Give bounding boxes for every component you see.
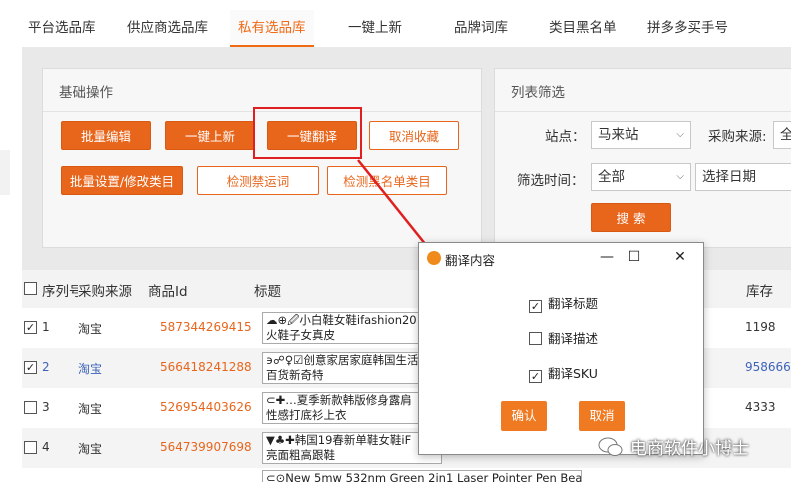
option-translate-title[interactable]: ✓ 翻译标题 xyxy=(529,293,598,313)
option-translate-description[interactable]: 翻译描述 xyxy=(529,328,598,347)
row-checkbox[interactable] xyxy=(24,441,37,454)
annotation-highlight-box xyxy=(253,107,362,159)
row-source: 淘宝 xyxy=(78,442,103,456)
tab-private-library[interactable]: 私有选品库 xyxy=(230,10,314,47)
row-stock: 4333 xyxy=(745,400,776,414)
column-header-no: 序列号 xyxy=(42,284,78,300)
column-header-stock: 库存 xyxy=(746,284,773,300)
source-select[interactable]: 全 xyxy=(773,121,791,149)
site-label: 站点： xyxy=(545,129,586,145)
time-select-value: 全部 xyxy=(598,169,625,185)
search-button[interactable]: 搜 索 xyxy=(591,203,671,232)
minimize-button[interactable]: — xyxy=(594,246,620,268)
list-filter-panel: 列表筛选 站点： 马来站 ⌵ 采购来源: 全 筛选时间： 全部 ⌵ 选择日期 搜… xyxy=(494,68,791,248)
date-picker-placeholder: 选择日期 xyxy=(702,169,756,185)
row-title-line2: 性感打底衫上衣 xyxy=(266,408,347,422)
row-title-line2: 亮面粗高跟鞋 xyxy=(266,448,335,462)
row-checkbox[interactable]: ✓ xyxy=(24,361,37,374)
row-number: 3 xyxy=(42,400,50,414)
source-select-value: 全 xyxy=(780,127,791,143)
column-header-title: 标题 xyxy=(254,284,281,300)
tab-one-click-listing[interactable]: 一键上新 xyxy=(348,10,402,47)
tab-platform-library[interactable]: 平台选品库 xyxy=(28,10,96,47)
row-title-line1: ☁⊕🖉小白鞋女鞋ifashion20 xyxy=(266,313,417,327)
option-translate-sku[interactable]: ✓ 翻译SKU xyxy=(529,363,598,383)
translate-dialog: 翻译内容 — ☐ ✕ ✓ 翻译标题 翻译描述 ✓ 翻译SKU 确认 取消 xyxy=(418,242,704,455)
watermark-text: 电商软件小博士 xyxy=(630,439,749,459)
wechat-icon xyxy=(598,437,623,456)
row-source: 淘宝 xyxy=(78,322,103,336)
cancel-favorite-button[interactable]: 取消收藏 xyxy=(369,121,459,150)
site-select[interactable]: 马来站 ⌵ xyxy=(591,121,691,149)
app-logo-icon xyxy=(427,251,441,265)
option-label: 翻译标题 xyxy=(548,296,599,311)
left-edge-strip xyxy=(0,150,10,195)
time-select[interactable]: 全部 ⌵ xyxy=(591,163,691,191)
row-title-line1: ▼♣✚韩国19春新单鞋女鞋iF xyxy=(266,433,412,447)
row-number: 2 xyxy=(42,360,50,374)
close-button[interactable]: ✕ xyxy=(667,246,693,268)
row-checkbox[interactable]: ✓ xyxy=(24,321,37,334)
row-title-line2: 百货新奇特 xyxy=(266,368,324,382)
tab-category-blacklist[interactable]: 类目黑名单 xyxy=(549,10,617,47)
one-click-listing-button[interactable]: 一键上新 xyxy=(165,121,255,150)
column-header-source: 采购来源 xyxy=(78,284,132,300)
dialog-title: 翻译内容 xyxy=(445,253,496,268)
tab-pdd-buyer-accounts[interactable]: 拼多多买手号 xyxy=(647,10,728,47)
column-header-product-id: 商品Id xyxy=(148,284,188,300)
date-picker-input[interactable]: 选择日期 xyxy=(695,163,791,191)
cancel-button[interactable]: 取消 xyxy=(579,401,625,431)
checkbox-checked-icon[interactable]: ✓ xyxy=(529,370,542,383)
row-title[interactable]: ⊂⊙New 5mw 532nm Green 2in1 Laser Pointer… xyxy=(262,470,582,482)
row-stock: 958666 xyxy=(745,360,791,374)
select-all-checkbox[interactable] xyxy=(24,282,37,295)
check-banned-words-button[interactable]: 检测禁运词 xyxy=(197,166,319,195)
batch-set-category-button[interactable]: 批量设置/修改类目 xyxy=(61,166,183,195)
confirm-button[interactable]: 确认 xyxy=(501,401,547,431)
batch-edit-button[interactable]: 批量编辑 xyxy=(61,121,151,150)
check-blacklist-category-button[interactable]: 检测黑名单类目 xyxy=(327,166,447,195)
site-select-value: 马来站 xyxy=(598,127,639,143)
row-number: 4 xyxy=(42,440,50,454)
row-product-id[interactable]: 526954403626 xyxy=(160,400,252,414)
row-checkbox[interactable] xyxy=(24,401,37,414)
row-number: 1 xyxy=(42,320,50,334)
chevron-down-icon: ⌵ xyxy=(676,171,684,182)
list-filter-title: 列表筛选 xyxy=(511,85,565,101)
top-tab-bar: 平台选品库 供应商选品库 私有选品库 一键上新 品牌词库 类目黑名单 拼多多买手… xyxy=(0,0,791,47)
row-title[interactable]: ⊂✚…夏季新款韩版修身露肩 性感打底衫上衣 xyxy=(262,392,442,424)
maximize-button[interactable]: ☐ xyxy=(621,246,647,268)
chevron-down-icon: ⌵ xyxy=(676,129,684,140)
basic-operations-title: 基础操作 xyxy=(59,85,113,101)
tab-supplier-library[interactable]: 供应商选品库 xyxy=(127,10,208,47)
option-label: 翻译描述 xyxy=(548,331,599,346)
row-product-id[interactable]: 566418241288 xyxy=(160,360,252,374)
row-title[interactable]: ▼♣✚韩国19春新单鞋女鞋iF 亮面粗高跟鞋 xyxy=(262,432,442,464)
time-label: 筛选时间： xyxy=(517,173,585,189)
source-label: 采购来源: xyxy=(708,129,767,145)
row-source: 淘宝 xyxy=(78,402,103,416)
row-product-id[interactable]: 587344269415 xyxy=(160,320,252,334)
checkbox-checked-icon[interactable]: ✓ xyxy=(529,300,542,313)
row-title-line1: ⊂⊙New 5mw 532nm Green 2in1 Laser Pointer… xyxy=(266,471,582,482)
row-product-id[interactable]: 564739907698 xyxy=(160,440,252,454)
checkbox-unchecked-icon[interactable] xyxy=(529,332,542,345)
row-source: 淘宝 xyxy=(78,362,103,376)
row-title[interactable]: ϶☍♀☑创意家居家庭韩国生活 百货新奇特 xyxy=(262,352,442,384)
row-title-line1: ⊂✚…夏季新款韩版修身露肩 xyxy=(266,393,412,407)
row-title[interactable]: ☁⊕🖉小白鞋女鞋ifashion20 火鞋子女真皮 xyxy=(262,312,442,344)
row-stock: 1198 xyxy=(745,320,776,334)
row-title-line2: 火鞋子女真皮 xyxy=(266,328,335,342)
panel-divider xyxy=(495,111,791,112)
table-row[interactable]: ⊂⊙New 5mw 532nm Green 2in1 Laser Pointer… xyxy=(22,468,791,482)
tab-brand-words[interactable]: 品牌词库 xyxy=(454,10,508,47)
option-label: 翻译SKU xyxy=(548,366,598,381)
row-title-line1: ϶☍♀☑创意家居家庭韩国生活 xyxy=(266,353,419,367)
